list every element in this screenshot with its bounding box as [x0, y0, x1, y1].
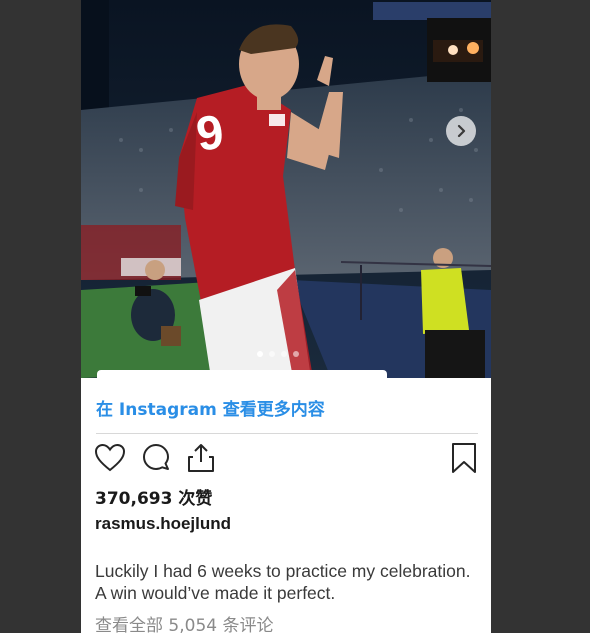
post-caption: Luckily I had 6 weeks to practice my cel… — [95, 561, 471, 603]
view-more-on-instagram-link[interactable]: 在 Instagram 查看更多内容 — [96, 395, 325, 420]
like-button[interactable] — [94, 442, 126, 479]
comment-icon — [143, 444, 169, 470]
post-image: 9 — [81, 0, 491, 378]
chevron-right-icon — [457, 124, 466, 138]
carousel-dot — [293, 351, 299, 357]
heart-icon — [94, 443, 126, 472]
carousel-dot — [269, 351, 275, 357]
comment-button[interactable] — [140, 442, 172, 479]
save-button[interactable] — [450, 442, 478, 479]
instagram-embed-card: 9 在 Instagram 查看更多内容 370,693 次赞 rasmus.h… — [81, 0, 491, 633]
caption-tab — [97, 370, 387, 382]
post-username[interactable]: rasmus.hoejlund — [95, 514, 231, 534]
share-icon — [188, 444, 214, 472]
bookmark-icon — [452, 443, 476, 473]
likes-count: 370,693 次赞 — [95, 489, 213, 509]
post-photo[interactable]: 9 — [81, 0, 491, 378]
divider — [96, 433, 478, 434]
carousel-dot — [281, 351, 287, 357]
carousel-indicator — [257, 351, 299, 357]
view-all-comments-link[interactable]: 查看全部 5,054 条评论 — [95, 611, 273, 633]
carousel-dot — [257, 351, 263, 357]
action-bar — [94, 442, 478, 478]
share-button[interactable] — [185, 442, 217, 479]
carousel-next-button[interactable] — [446, 116, 476, 146]
